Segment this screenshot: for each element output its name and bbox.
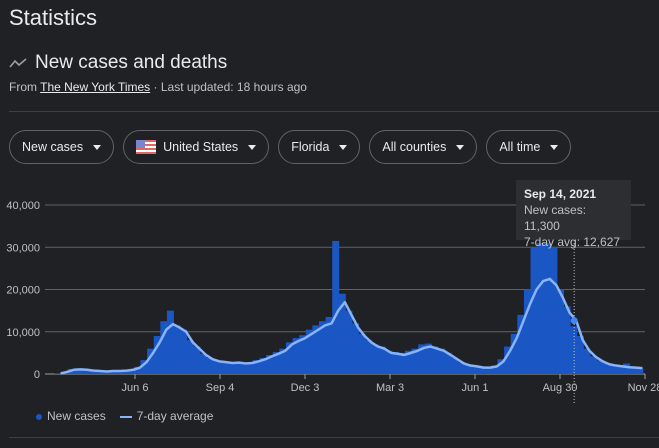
bar: [557, 289, 564, 374]
y-tick-label: 10,000: [6, 327, 40, 339]
y-tick-label: 30,000: [6, 242, 40, 254]
bar: [583, 348, 591, 374]
bar: [543, 243, 551, 374]
x-tick-label: Nov 28: [628, 382, 659, 394]
bar: [193, 346, 201, 374]
bar: [173, 325, 181, 374]
bar: [378, 346, 386, 374]
bar: [590, 356, 598, 374]
bar: [563, 306, 571, 374]
x-tick-label: Jun 6: [122, 382, 149, 394]
line-swatch-icon: [119, 415, 132, 418]
bar: [438, 348, 445, 374]
bar: [365, 340, 373, 374]
bar: [623, 363, 631, 374]
bar: [180, 329, 188, 374]
bar: [358, 333, 366, 374]
bar-swatch-icon: [36, 414, 42, 420]
chart-legend: New cases 7-day average: [36, 409, 213, 423]
divider: [9, 437, 659, 438]
bar: [186, 340, 194, 374]
bar: [371, 344, 379, 374]
y-tick-label: 20,000: [6, 285, 40, 297]
bar: [345, 310, 353, 374]
hover-point: [570, 317, 578, 325]
x-tick-label: Mar 3: [376, 382, 404, 394]
y-tick-label: 40,000: [6, 200, 40, 212]
bar: [530, 247, 538, 374]
bar: [537, 243, 545, 374]
legend-label: New cases: [47, 409, 106, 423]
x-tick-label: Aug 30: [543, 382, 578, 394]
bar: [391, 352, 399, 374]
bar: [385, 350, 393, 374]
x-tick-label: Dec 3: [291, 382, 320, 394]
bar: [332, 240, 340, 374]
bar: [166, 310, 174, 374]
legend-new-cases: New cases: [36, 409, 106, 423]
bar: [431, 346, 439, 374]
legend-average: 7-day average: [119, 409, 214, 423]
bar: [352, 323, 360, 374]
legend-label: 7-day average: [136, 409, 214, 423]
tooltip-date: Sep 14, 2021: [524, 187, 597, 201]
x-tick-label: Jun 1: [462, 382, 489, 394]
chart-tooltip: Sep 14, 2021 New cases: 11,300 7-day avg…: [516, 180, 631, 249]
tooltip-avg: 7-day avg: 12,627: [524, 235, 621, 249]
bar: [200, 353, 207, 374]
tooltip-new-cases: New cases: 11,300: [524, 203, 587, 233]
bar: [550, 247, 558, 374]
x-tick-label: Sep 4: [206, 382, 235, 394]
y-tick-label: 0: [34, 369, 40, 381]
